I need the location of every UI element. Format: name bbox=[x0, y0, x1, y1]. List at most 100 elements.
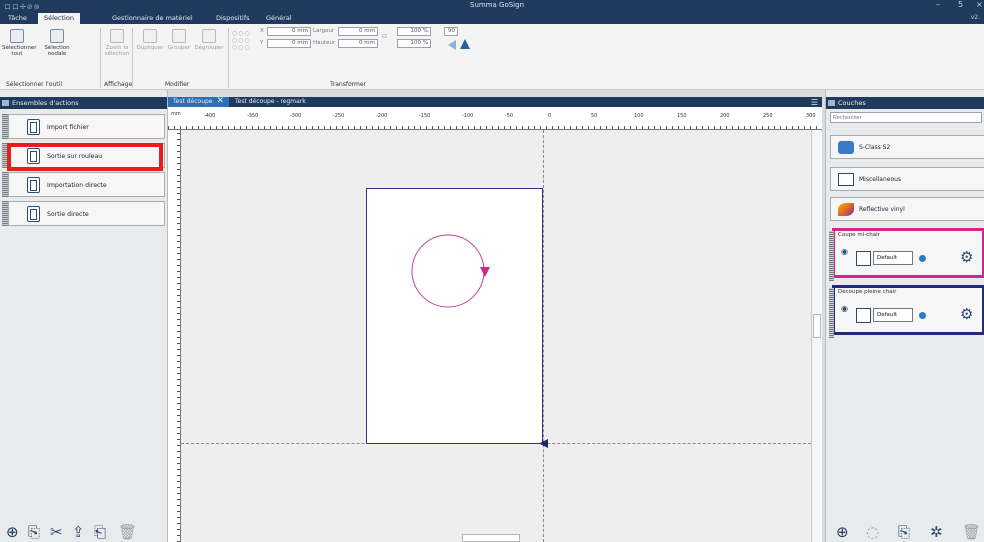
tab-test-cut[interactable]: Test découpe ✕ bbox=[168, 96, 230, 107]
cut-circle[interactable] bbox=[411, 234, 485, 308]
ungroup-button[interactable]: Dégrouper bbox=[194, 29, 224, 51]
layer-color-icon[interactable] bbox=[856, 251, 871, 266]
vinyl-icon bbox=[838, 203, 854, 216]
preset-select[interactable]: Default bbox=[873, 308, 913, 322]
group-label-display: Affichage bbox=[104, 81, 133, 88]
anchor-grid-icon[interactable]: ○○○ ○○○ ○○○ bbox=[232, 30, 251, 51]
tab-label: Test découpe bbox=[173, 98, 213, 105]
scale-width-field[interactable]: 100 % bbox=[397, 27, 431, 36]
layers-panel: Couches S-Class S2 Miscellaneous Reflect… bbox=[825, 90, 984, 542]
drag-handle[interactable] bbox=[829, 231, 834, 281]
action-direct-output[interactable]: Sortie directe bbox=[2, 201, 165, 226]
tab-selection[interactable]: Sélection bbox=[38, 13, 80, 24]
layer-full-cut[interactable]: Découpe pleine chair ◉ Default ⚙ bbox=[829, 285, 984, 338]
delete-layer-icon[interactable]: 🗑 bbox=[962, 524, 981, 540]
mirror-horizontal-icon[interactable] bbox=[448, 40, 456, 50]
direct-import-icon bbox=[27, 177, 40, 193]
ruler-tick-label: 50 bbox=[591, 113, 597, 119]
drag-handle[interactable] bbox=[829, 288, 834, 338]
layer-color-icon[interactable] bbox=[856, 308, 871, 323]
select-all-label: Sélectionner tout bbox=[2, 45, 37, 57]
group-label: Grouper bbox=[167, 45, 191, 51]
ungroup-icon bbox=[202, 29, 216, 43]
duplicate-button[interactable]: Dupliquer bbox=[136, 29, 164, 51]
layer-kiss-cut[interactable]: Coupe mi-chair ◉ Default ⚙ bbox=[829, 228, 984, 281]
export-icon[interactable]: ⎗ bbox=[94, 524, 106, 540]
highlight-roll-output bbox=[7, 143, 163, 171]
action-direct-import[interactable]: Importation directe bbox=[2, 172, 165, 197]
action-import-file[interactable]: Import fichier bbox=[2, 114, 165, 139]
close-button[interactable]: × bbox=[976, 0, 983, 9]
maximize-button[interactable]: 5 bbox=[958, 0, 963, 9]
ruler-tick-label: -350 bbox=[247, 113, 258, 119]
scrollbar-thumb[interactable] bbox=[813, 314, 821, 338]
y-label: Y bbox=[260, 40, 264, 46]
horizontal-scrollbar-thumb[interactable] bbox=[462, 534, 520, 542]
scale-height-field[interactable]: 100 % bbox=[397, 39, 431, 48]
tab-task[interactable]: Tâche bbox=[2, 13, 33, 24]
group-button[interactable]: Grouper bbox=[166, 29, 192, 51]
y-field[interactable]: 0 mm bbox=[267, 39, 311, 48]
material-miscellaneous[interactable]: Miscellaneous bbox=[830, 167, 984, 191]
x-field[interactable]: 0 mm bbox=[267, 27, 311, 36]
ruler-tick-label: -400 bbox=[204, 113, 215, 119]
ruler-tick-label: 200 bbox=[720, 113, 730, 119]
group-icon bbox=[172, 29, 186, 43]
ruler-tick-label: -200 bbox=[376, 113, 387, 119]
rotate-field[interactable]: 90 bbox=[444, 27, 458, 36]
x-label: X bbox=[260, 28, 264, 34]
group-separator bbox=[100, 28, 101, 88]
visibility-icon[interactable]: ◉ bbox=[841, 247, 848, 256]
trash-icon[interactable]: 🗑 bbox=[118, 524, 137, 540]
hide-icon[interactable]: ◌ bbox=[866, 524, 879, 540]
nodal-selection-button[interactable]: Sélection nodale bbox=[36, 29, 78, 57]
tab-devices[interactable]: Dispositifs bbox=[210, 13, 256, 24]
cutter-icon bbox=[838, 141, 854, 154]
layers-toolbar: ⊕ ◌ ⎘ ✲ 🗑 bbox=[826, 522, 984, 542]
import-icon[interactable]: ⇪ bbox=[72, 524, 85, 540]
duplicate-label: Dupliquer bbox=[136, 45, 164, 51]
tab-general[interactable]: Général bbox=[260, 13, 298, 24]
vertical-scrollbar[interactable] bbox=[811, 130, 822, 542]
add-icon[interactable]: ⊕ bbox=[6, 524, 19, 540]
cut-direction-arrow bbox=[480, 267, 490, 277]
material-s-class[interactable]: S-Class S2 bbox=[830, 135, 984, 159]
select-all-button[interactable]: Sélectionner tout bbox=[2, 29, 36, 57]
material-reflective-vinyl[interactable]: Reflective vinyl bbox=[830, 197, 984, 221]
ribbon: Sélectionner tout Sélection nodale Zoom … bbox=[0, 24, 984, 90]
height-field[interactable]: 0 mm bbox=[338, 39, 378, 48]
close-tab-icon[interactable]: ✕ bbox=[217, 96, 225, 106]
drag-handle[interactable] bbox=[2, 172, 8, 197]
width-field[interactable]: 0 mm bbox=[338, 27, 378, 36]
layer-settings-icon[interactable]: ✲ bbox=[930, 524, 943, 540]
magnifier-icon bbox=[110, 29, 124, 43]
zoom-selection-button[interactable]: Zoom la sélection bbox=[104, 29, 130, 57]
settings-icon[interactable]: ⚙ bbox=[960, 248, 973, 266]
lock-ratio-icon[interactable]: ⊟ bbox=[382, 33, 388, 40]
drag-handle[interactable] bbox=[2, 201, 8, 226]
media-sheet[interactable] bbox=[366, 188, 543, 444]
status-dot bbox=[919, 255, 926, 262]
import-file-icon bbox=[27, 119, 40, 135]
tab-test-cut-regmark[interactable]: Test découpe - regmark bbox=[230, 97, 311, 107]
preset-select[interactable]: Default bbox=[873, 251, 913, 265]
settings-icon[interactable]: ⚙ bbox=[960, 305, 973, 323]
tab-material-manager[interactable]: Gestionnaire de matériel bbox=[106, 13, 199, 24]
menu-icon[interactable]: ☰ bbox=[811, 98, 818, 107]
visibility-icon[interactable]: ◉ bbox=[841, 304, 848, 313]
mirror-vertical-icon[interactable] bbox=[460, 39, 470, 49]
group-label-modify: Modifier bbox=[165, 81, 190, 88]
zoom-selection-label: Zoom la sélection bbox=[104, 45, 130, 57]
add-layer-icon[interactable]: ⊕ bbox=[836, 524, 849, 540]
quick-access-toolbar[interactable]: ロロ✢⊘⊚ bbox=[4, 2, 41, 12]
move-layer-icon[interactable]: ⎘ bbox=[898, 524, 910, 540]
minimize-button[interactable]: – bbox=[936, 0, 940, 9]
drag-handle[interactable] bbox=[2, 114, 8, 139]
document-tabs: Test découpe ✕ Test découpe - regmark ☰ bbox=[168, 97, 822, 107]
folder-icon bbox=[838, 173, 854, 186]
action-label: Import fichier bbox=[47, 124, 89, 131]
copy-icon[interactable]: ⎘ bbox=[28, 524, 40, 540]
search-input[interactable] bbox=[830, 112, 982, 123]
app-title: Summa GoSign bbox=[470, 1, 525, 9]
tools-icon[interactable]: ✂ bbox=[50, 524, 63, 540]
